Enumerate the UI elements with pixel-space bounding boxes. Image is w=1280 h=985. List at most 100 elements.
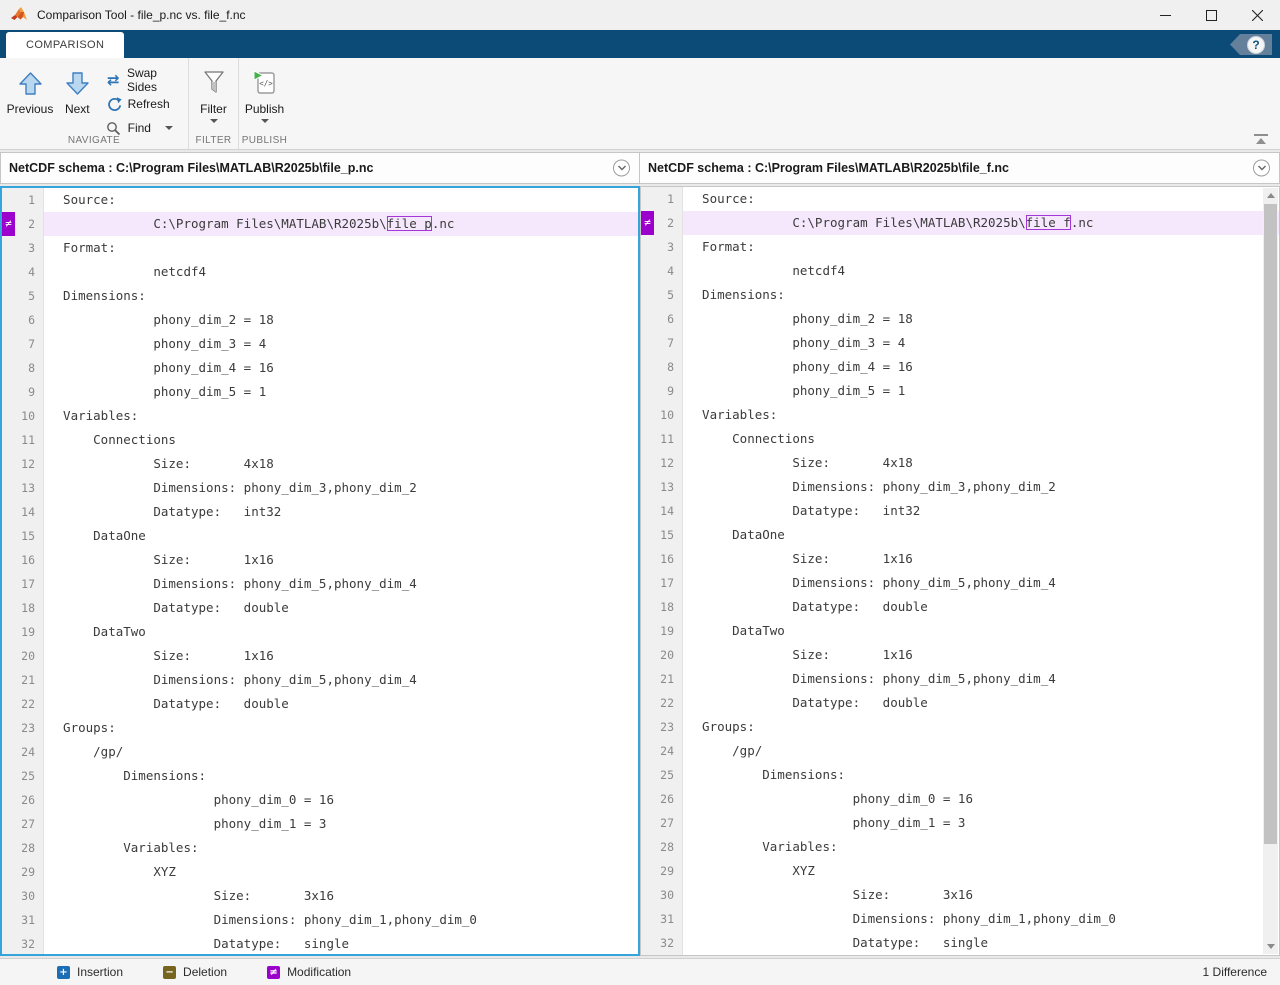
refresh-button[interactable]: Refresh	[105, 92, 188, 116]
code-text: phony_dim_5 = 1	[44, 380, 638, 404]
code-line[interactable]: 27 phony_dim_1 = 3	[2, 812, 638, 836]
code-line[interactable]: 5 Dimensions:	[641, 283, 1279, 307]
help-button[interactable]: ?	[1230, 34, 1272, 55]
scrollbar-thumb[interactable]	[1264, 204, 1277, 844]
code-line[interactable]: 31 Dimensions: phony_dim_1,phony_dim_0	[641, 907, 1279, 931]
close-button[interactable]	[1234, 0, 1280, 30]
minimize-button[interactable]	[1142, 0, 1188, 30]
code-line[interactable]: 3 Format:	[2, 236, 638, 260]
code-text: DataTwo	[44, 620, 638, 644]
code-line[interactable]: 10 Variables:	[2, 404, 638, 428]
code-line[interactable]: 10 Variables:	[641, 403, 1279, 427]
filter-button[interactable]: Filter	[189, 62, 238, 123]
left-pane-menu-button[interactable]	[613, 160, 630, 177]
code-line[interactable]: 32 Datatype: single	[2, 932, 638, 956]
code-line[interactable]: 25 Dimensions:	[2, 764, 638, 788]
code-line[interactable]: 16 Size: 1x16	[2, 548, 638, 572]
code-text: /gp/	[44, 740, 638, 764]
right-pane-menu-button[interactable]	[1253, 160, 1270, 177]
collapse-ribbon-button[interactable]	[1254, 134, 1268, 144]
code-line[interactable]: 25 Dimensions:	[641, 763, 1279, 787]
code-line[interactable]: 26 phony_dim_0 = 16	[2, 788, 638, 812]
code-line[interactable]: 29 XYZ	[2, 860, 638, 884]
publish-button[interactable]: </> Publish	[239, 62, 290, 123]
swap-sides-button[interactable]: ⇄ Swap Sides	[105, 68, 188, 92]
code-line[interactable]: 32 Datatype: single	[641, 931, 1279, 955]
publish-section: </> Publish PUBLISH	[238, 58, 290, 149]
code-line[interactable]: 19 DataTwo	[2, 620, 638, 644]
vertical-scrollbar[interactable]	[1263, 188, 1278, 954]
code-line[interactable]: 28 Variables:	[641, 835, 1279, 859]
code-text: C:\Program Files\MATLAB\R2025b\file_p.nc	[44, 212, 638, 236]
code-line[interactable]: 18 Datatype: double	[2, 596, 638, 620]
code-line[interactable]: 20 Size: 1x16	[2, 644, 638, 668]
code-text: Variables:	[683, 403, 1279, 427]
code-line[interactable]: 26 phony_dim_0 = 16	[641, 787, 1279, 811]
code-line[interactable]: 7 phony_dim_3 = 4	[641, 331, 1279, 355]
code-line[interactable]: 21 Dimensions: phony_dim_5,phony_dim_4	[2, 668, 638, 692]
code-line[interactable]: 13 Dimensions: phony_dim_3,phony_dim_2	[2, 476, 638, 500]
legend-deletion: − Deletion	[163, 965, 227, 979]
code-line[interactable]: 24 /gp/	[2, 740, 638, 764]
code-line[interactable]: 28 Variables:	[2, 836, 638, 860]
code-text: phony_dim_3 = 4	[683, 331, 1279, 355]
code-line[interactable]: 22 Datatype: double	[2, 692, 638, 716]
code-line[interactable]: 18 Datatype: double	[641, 595, 1279, 619]
code-text: XYZ	[44, 860, 638, 884]
code-line[interactable]: 30 Size: 3x16	[2, 884, 638, 908]
code-line[interactable]: 11 Connections	[641, 427, 1279, 451]
code-line[interactable]: 8 phony_dim_4 = 16	[641, 355, 1279, 379]
code-line[interactable]: 12 Size: 4x18	[641, 451, 1279, 475]
code-line[interactable]: 14 Datatype: int32	[641, 499, 1279, 523]
code-line[interactable]: 6 phony_dim_2 = 18	[2, 308, 638, 332]
code-line[interactable]: 19 DataTwo	[641, 619, 1279, 643]
code-text: phony_dim_4 = 16	[683, 355, 1279, 379]
code-line[interactable]: 27 phony_dim_1 = 3	[641, 811, 1279, 835]
maximize-button[interactable]	[1188, 0, 1234, 30]
code-line[interactable]: 1 Source:	[2, 188, 638, 212]
code-line[interactable]: 8 phony_dim_4 = 16	[2, 356, 638, 380]
tab-comparison[interactable]: COMPARISON	[6, 32, 124, 58]
find-dropdown-icon[interactable]	[165, 126, 173, 130]
scroll-up-icon[interactable]	[1263, 188, 1278, 203]
code-line[interactable]: 29 XYZ	[641, 859, 1279, 883]
code-line[interactable]: 6 phony_dim_2 = 18	[641, 307, 1279, 331]
code-line[interactable]: ≠2 C:\Program Files\MATLAB\R2025b\file_p…	[2, 212, 638, 236]
code-line[interactable]: 4 netcdf4	[641, 259, 1279, 283]
code-line[interactable]: 23 Groups:	[641, 715, 1279, 739]
code-line[interactable]: 13 Dimensions: phony_dim_3,phony_dim_2	[641, 475, 1279, 499]
code-line[interactable]: 5 Dimensions:	[2, 284, 638, 308]
line-number: 8	[641, 355, 683, 379]
pane-headers: NetCDF schema : C:\Program Files\MATLAB\…	[0, 152, 1280, 184]
code-text: /gp/	[683, 739, 1279, 763]
code-line[interactable]: 4 netcdf4	[2, 260, 638, 284]
code-text: Dimensions: phony_dim_1,phony_dim_0	[44, 908, 638, 932]
code-line[interactable]: 9 phony_dim_5 = 1	[641, 379, 1279, 403]
code-line[interactable]: 12 Size: 4x18	[2, 452, 638, 476]
code-line[interactable]: 21 Dimensions: phony_dim_5,phony_dim_4	[641, 667, 1279, 691]
code-line[interactable]: 1 Source:	[641, 187, 1279, 211]
code-line[interactable]: 30 Size: 3x16	[641, 883, 1279, 907]
code-line[interactable]: 14 Datatype: int32	[2, 500, 638, 524]
code-line[interactable]: 31 Dimensions: phony_dim_1,phony_dim_0	[2, 908, 638, 932]
code-line[interactable]: ≠2 C:\Program Files\MATLAB\R2025b\file_f…	[641, 211, 1279, 235]
code-line[interactable]: 20 Size: 1x16	[641, 643, 1279, 667]
code-line[interactable]: 15 DataOne	[2, 524, 638, 548]
scroll-down-icon[interactable]	[1263, 939, 1278, 954]
arrow-up-icon	[17, 66, 44, 100]
code-text: Datatype: single	[44, 932, 638, 956]
code-text: Dimensions:	[44, 284, 638, 308]
publish-code-icon: </>	[252, 66, 278, 100]
code-line[interactable]: 11 Connections	[2, 428, 638, 452]
code-line[interactable]: 7 phony_dim_3 = 4	[2, 332, 638, 356]
code-line[interactable]: 9 phony_dim_5 = 1	[2, 380, 638, 404]
code-line[interactable]: 17 Dimensions: phony_dim_5,phony_dim_4	[2, 572, 638, 596]
code-line[interactable]: 16 Size: 1x16	[641, 547, 1279, 571]
code-line[interactable]: 22 Datatype: double	[641, 691, 1279, 715]
code-line[interactable]: 3 Format:	[641, 235, 1279, 259]
code-line[interactable]: 15 DataOne	[641, 523, 1279, 547]
code-text: Dimensions: phony_dim_3,phony_dim_2	[683, 475, 1279, 499]
code-line[interactable]: 24 /gp/	[641, 739, 1279, 763]
code-line[interactable]: 23 Groups:	[2, 716, 638, 740]
code-line[interactable]: 17 Dimensions: phony_dim_5,phony_dim_4	[641, 571, 1279, 595]
